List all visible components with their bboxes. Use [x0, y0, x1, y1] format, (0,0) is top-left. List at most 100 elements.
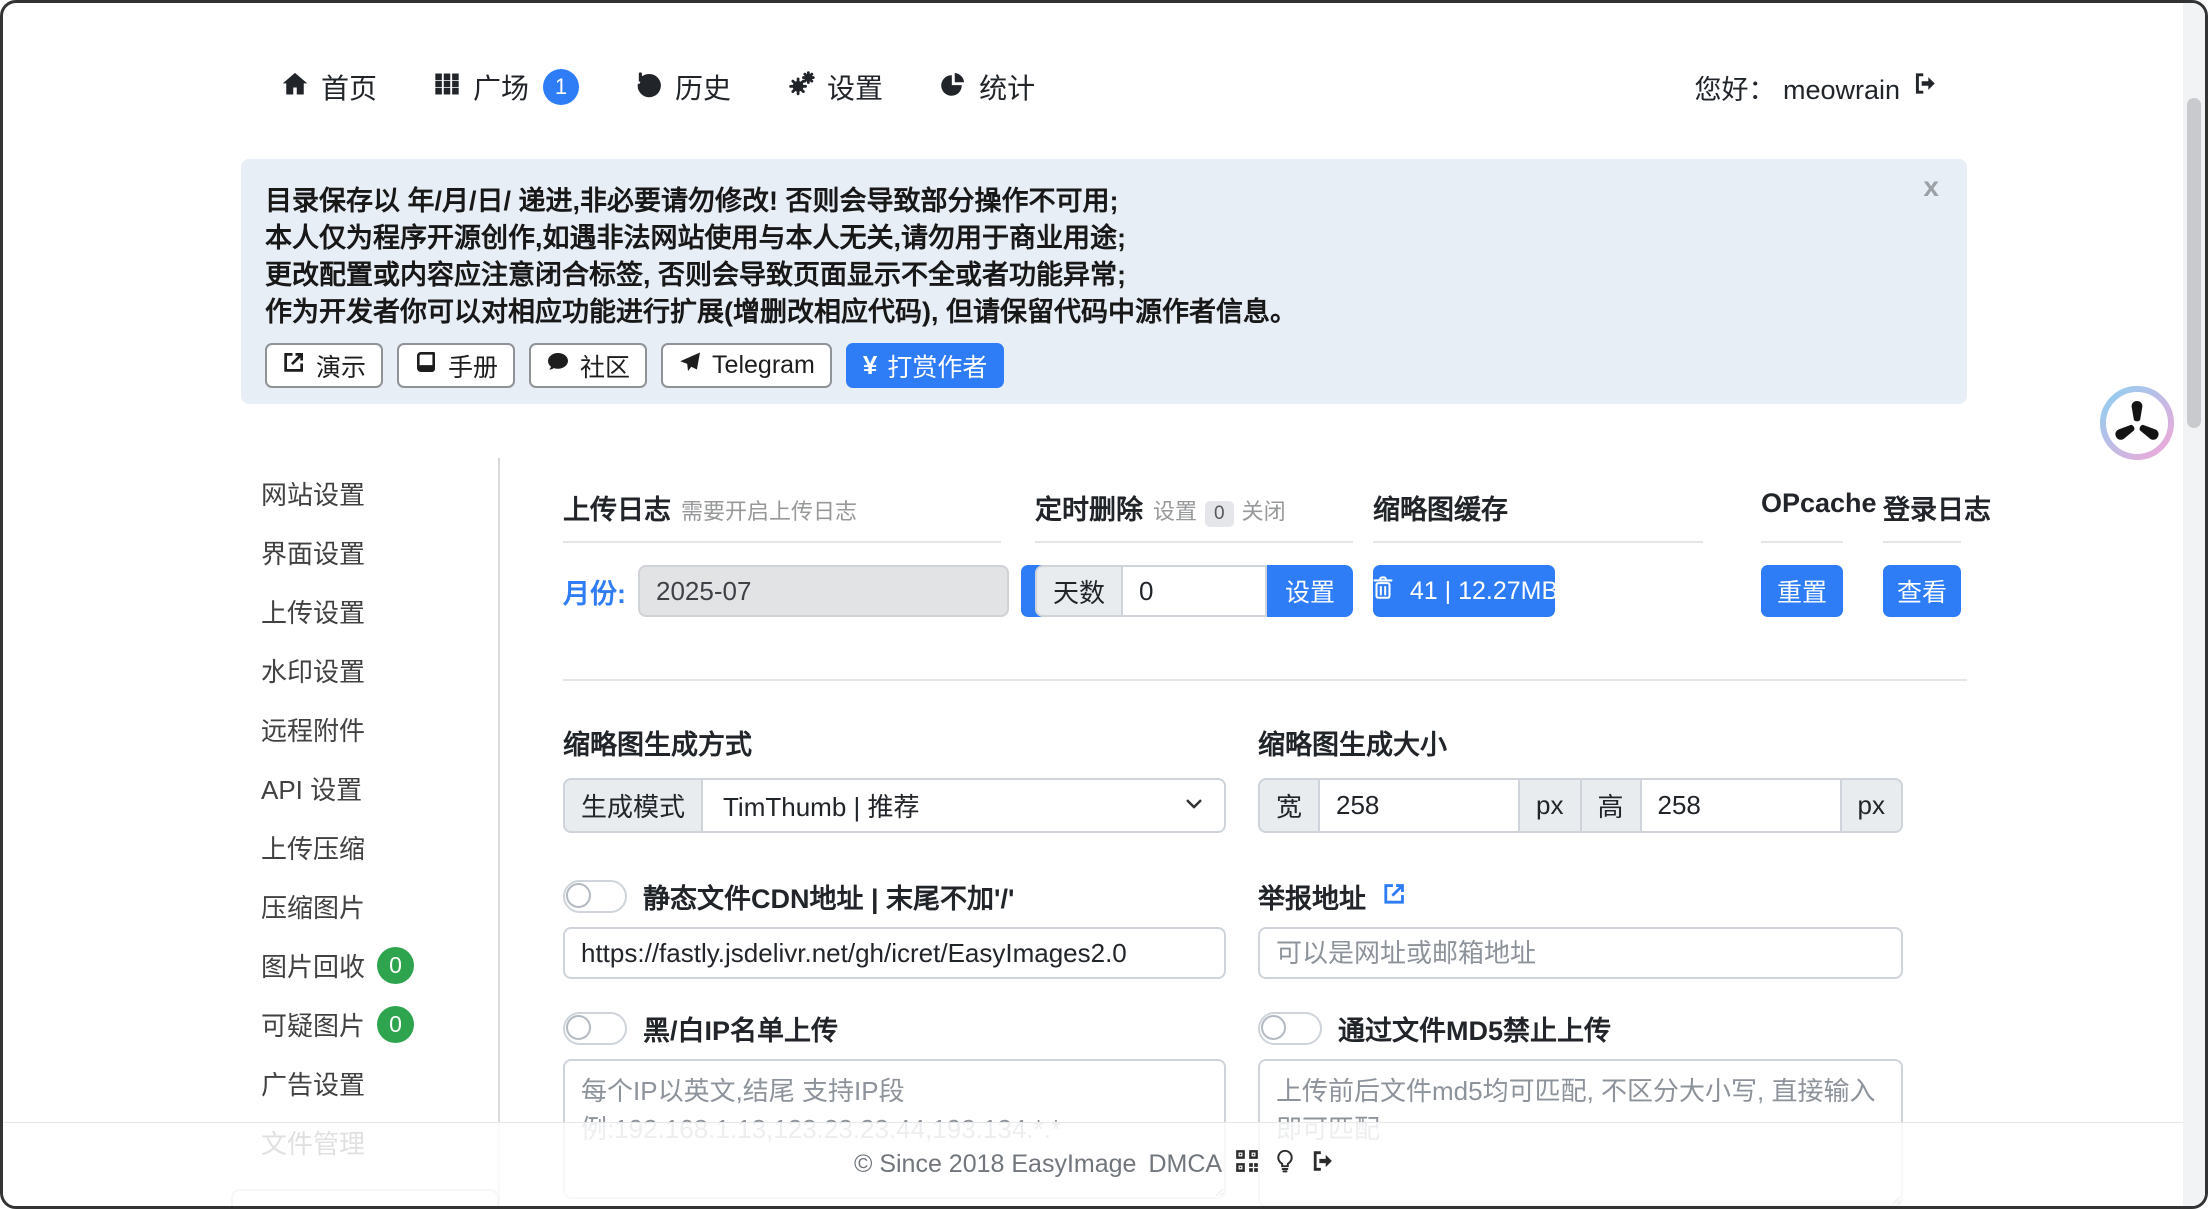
sidebar-item-recycle[interactable]: 图片回收0	[241, 936, 498, 995]
ip-list-toggle[interactable]	[563, 1012, 627, 1045]
external-link-icon[interactable]	[1382, 881, 1407, 911]
nav-item-label: 统计	[979, 67, 1035, 107]
nav-item-plaza[interactable]: 广场 1	[433, 67, 579, 107]
sidebar-item-compress-image[interactable]: 压缩图片	[241, 877, 498, 936]
set-days-button[interactable]: 设置	[1267, 565, 1353, 617]
sign-out-icon[interactable]	[1912, 70, 1939, 104]
page-footer: © Since 2018 EasyImage DMCA	[3, 1122, 2187, 1206]
page-scrollbar	[2183, 3, 2205, 1206]
history-icon	[635, 70, 663, 105]
sidebar-item-compress-upload[interactable]: 上传压缩	[241, 818, 498, 877]
alert-line: 目录保存以 年/月/日/ 递进,非必要请勿修改! 否则会导致部分操作不可用;	[265, 183, 1943, 220]
suspicious-count-badge: 0	[377, 1006, 414, 1043]
alert-line: 作为开发者你可以对相应功能进行扩展(增删改相应代码), 但请保留代码中源作者信息…	[265, 294, 1943, 331]
thumb-size-field: 缩略图生成大小 宽 px 高 px	[1258, 723, 1903, 833]
timed-delete-status: 关闭	[1242, 494, 1286, 526]
cdn-toggle[interactable]	[563, 880, 627, 913]
login-log-section: 登录日志 查看	[1883, 488, 1961, 617]
settings-main: 上传日志 需要开启上传日志 月份: 查看 定时删除 设置 0	[500, 458, 1967, 1209]
nav-item-stats[interactable]: 统计	[939, 67, 1035, 107]
timed-delete-section: 定时删除 设置 0 关闭 天数 设置	[1035, 488, 1353, 617]
md5-block-label: 通过文件MD5禁止上传	[1338, 1009, 1611, 1048]
status-sections-row: 上传日志 需要开启上传日志 月份: 查看 定时删除 设置 0	[563, 488, 1967, 617]
manual-button[interactable]: 手册	[397, 343, 515, 388]
nav-item-settings[interactable]: 设置	[787, 67, 883, 107]
alert-line: 本人仅为程序开源创作,如遇非法网站使用与本人无关,请勿用于商业用途;	[265, 220, 1943, 257]
qrcode-icon[interactable]	[1234, 1148, 1260, 1181]
clear-thumb-cache-button[interactable]: 41 | 12.27MB	[1373, 565, 1555, 617]
width-addon: 宽	[1258, 778, 1320, 833]
recycle-count-badge: 0	[377, 947, 414, 984]
community-button[interactable]: 社区	[529, 343, 647, 388]
dmca-link[interactable]: DMCA	[1148, 1150, 1222, 1179]
donate-button[interactable]: ¥ 打赏作者	[846, 343, 1004, 388]
days-input[interactable]	[1123, 565, 1267, 617]
nav-item-label: 设置	[827, 67, 883, 107]
easyimage-admin-page: 首页 广场 1 历史 设置 统计 您好： meowrain	[0, 0, 2208, 1209]
sign-out-icon[interactable]	[1310, 1148, 1336, 1181]
thumb-width-input[interactable]	[1320, 778, 1520, 833]
sidebar-item-watermark[interactable]: 水印设置	[241, 641, 498, 700]
month-input[interactable]	[638, 565, 1009, 617]
grid-icon	[433, 70, 461, 105]
upload-log-section: 上传日志 需要开启上传日志 月份: 查看	[563, 488, 1001, 617]
easyimage-logo[interactable]	[2099, 385, 2175, 461]
alert-line: 更改配置或内容应注意闭合标签, 否则会导致页面显示不全或者功能异常;	[265, 257, 1943, 294]
chevron-down-icon	[1184, 790, 1204, 821]
gears-icon	[787, 70, 815, 105]
md5-block-toggle[interactable]	[1258, 1012, 1322, 1045]
sidebar-item-remote[interactable]: 远程附件	[241, 700, 498, 759]
report-label: 举报地址	[1258, 877, 1366, 916]
scrollbar-thumb[interactable]	[2187, 98, 2201, 428]
user-greeting: 您好： meowrain	[1694, 68, 1939, 107]
sidebar-item-interface[interactable]: 界面设置	[241, 523, 498, 582]
view-login-log-button[interactable]: 查看	[1883, 565, 1961, 617]
opcache-reset-button[interactable]: 重置	[1761, 565, 1843, 617]
sidebar-item-api[interactable]: API 设置	[241, 759, 498, 818]
external-link-icon	[282, 350, 306, 381]
nav-item-label: 历史	[675, 67, 731, 107]
report-address-input[interactable]	[1258, 927, 1903, 979]
section-title: 上传日志	[563, 488, 671, 527]
report-field: 举报地址	[1258, 877, 1903, 979]
plaza-count-badge: 1	[543, 69, 579, 105]
navbar: 首页 广场 1 历史 设置 统计 您好： meowrain	[241, 55, 1967, 119]
yen-icon: ¥	[863, 350, 877, 381]
mode-addon: 生成模式	[563, 778, 703, 833]
month-label: 月份:	[563, 572, 626, 611]
sidebar-item-suspicious[interactable]: 可疑图片0	[241, 995, 498, 1054]
demo-button[interactable]: 演示	[265, 343, 383, 388]
pie-chart-icon	[939, 70, 967, 105]
nav-item-history[interactable]: 历史	[635, 67, 731, 107]
settings-sidebar: 网站设置 界面设置 上传设置 水印设置 远程附件 API 设置 上传压缩 压缩图…	[241, 458, 500, 1209]
section-title: 定时删除	[1035, 488, 1143, 527]
alert-close-button[interactable]: x	[1923, 173, 1939, 201]
timed-delete-value-badge: 0	[1205, 501, 1234, 527]
section-title: 登录日志	[1883, 488, 1991, 527]
thumb-height-input[interactable]	[1642, 778, 1842, 833]
paper-plane-icon	[678, 350, 702, 381]
nav-item-home[interactable]: 首页	[281, 67, 377, 107]
height-addon: 高	[1582, 778, 1642, 833]
thumb-mode-select[interactable]: TimThumb | 推荐	[703, 778, 1226, 833]
book-icon	[414, 350, 438, 381]
telegram-button[interactable]: Telegram	[661, 343, 832, 388]
trash-icon	[1370, 575, 1396, 608]
content-area: 网站设置 界面设置 上传设置 水印设置 远程附件 API 设置 上传压缩 压缩图…	[241, 458, 1967, 1209]
notice-alert: x 目录保存以 年/月/日/ 递进,非必要请勿修改! 否则会导致部分操作不可用;…	[241, 159, 1967, 404]
width-unit-addon: px	[1520, 778, 1581, 833]
thumb-mode-field: 缩略图生成方式 生成模式 TimThumb | 推荐	[563, 723, 1226, 833]
home-icon	[281, 70, 309, 105]
copyright-text: © Since 2018 EasyImage	[854, 1150, 1136, 1179]
sidebar-item-upload[interactable]: 上传设置	[241, 582, 498, 641]
nav-menu: 首页 广场 1 历史 设置 统计	[281, 67, 1035, 107]
nav-item-label: 广场	[473, 67, 529, 107]
lightbulb-icon[interactable]	[1272, 1148, 1298, 1181]
sidebar-item-website[interactable]: 网站设置	[241, 464, 498, 523]
sidebar-item-ads[interactable]: 广告设置	[241, 1054, 498, 1113]
nav-item-label: 首页	[321, 67, 377, 107]
field-title: 缩略图生成大小	[1258, 723, 1903, 762]
alert-buttons: 演示 手册 社区 Telegram ¥ 打赏作者	[265, 343, 1943, 392]
cdn-url-input[interactable]	[563, 927, 1226, 979]
thumb-cache-section: 缩略图缓存 41 | 12.27MB	[1373, 488, 1703, 617]
